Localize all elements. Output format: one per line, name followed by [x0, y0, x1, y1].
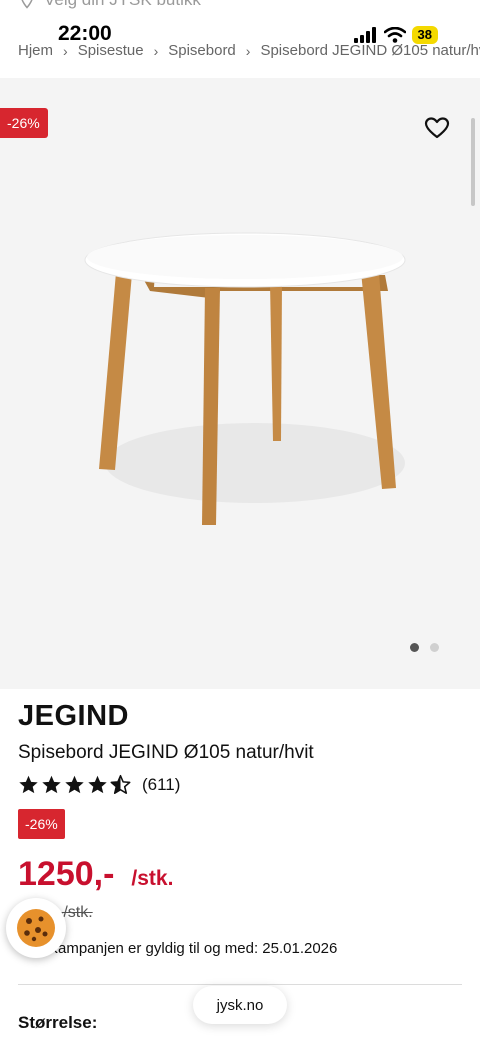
chevron-right-icon: › [63, 42, 68, 59]
pagination-dot[interactable] [430, 643, 439, 652]
status-bar: Velg din JYSK butikk 22:00 38 [0, 0, 480, 48]
product-brand: JEGIND [18, 700, 129, 732]
breadcrumb-item-current[interactable]: Spisebord JEGIND Ø105 natur/hvit [260, 42, 480, 59]
signal-icon [353, 27, 376, 43]
discount-badge: -26% [18, 809, 65, 839]
campaign-validity: Kampanjen er gyldig til og med: 25.01.20… [48, 940, 338, 957]
size-label: Størrelse: [18, 1013, 98, 1032]
star-icon [88, 775, 107, 794]
store-selector-label: Velg din JYSK butikk [44, 0, 201, 10]
chevron-right-icon: › [153, 42, 159, 59]
breadcrumb-item-dining-room[interactable]: Spisestue [78, 42, 144, 59]
cookie-settings-button[interactable] [6, 898, 66, 958]
product-name: Spisebord JEGIND Ø105 natur/hvit [18, 742, 314, 763]
product-rating[interactable]: (611) [18, 774, 180, 795]
breadcrumb-item-dining-tables[interactable]: Spisebord [168, 42, 236, 59]
location-pin-icon [21, 0, 33, 9]
star-icon [42, 775, 61, 794]
favorite-button[interactable] [424, 116, 450, 140]
gallery-pagination [410, 643, 439, 652]
breadcrumb: Hjem › Spisestue › Spisebord › Spisebord… [18, 42, 480, 59]
breadcrumb-item-home[interactable]: Hjem [18, 42, 53, 59]
product-image [84, 232, 406, 525]
product-gallery[interactable]: -26% [0, 78, 480, 689]
star-icon [19, 775, 38, 794]
half-star-icon [110, 774, 131, 794]
discount-flag: -26% [0, 108, 48, 138]
chevron-right-icon: › [245, 42, 251, 59]
price: 1250,- /stk. [18, 855, 173, 894]
price-amount: 1250,- [18, 855, 115, 893]
cookie-icon [17, 909, 55, 947]
star-icon [65, 775, 84, 794]
pagination-dot-active[interactable] [410, 643, 419, 652]
browser-url-bar[interactable]: jysk.no [193, 986, 287, 1024]
divider [18, 984, 462, 985]
wifi-icon [383, 27, 406, 43]
review-count[interactable]: (611) [142, 775, 180, 795]
heart-icon [424, 117, 450, 139]
price-unit: /stk. [131, 867, 174, 890]
store-selector[interactable]: Velg din JYSK butikk [18, 0, 201, 10]
scrollbar[interactable] [471, 118, 475, 206]
